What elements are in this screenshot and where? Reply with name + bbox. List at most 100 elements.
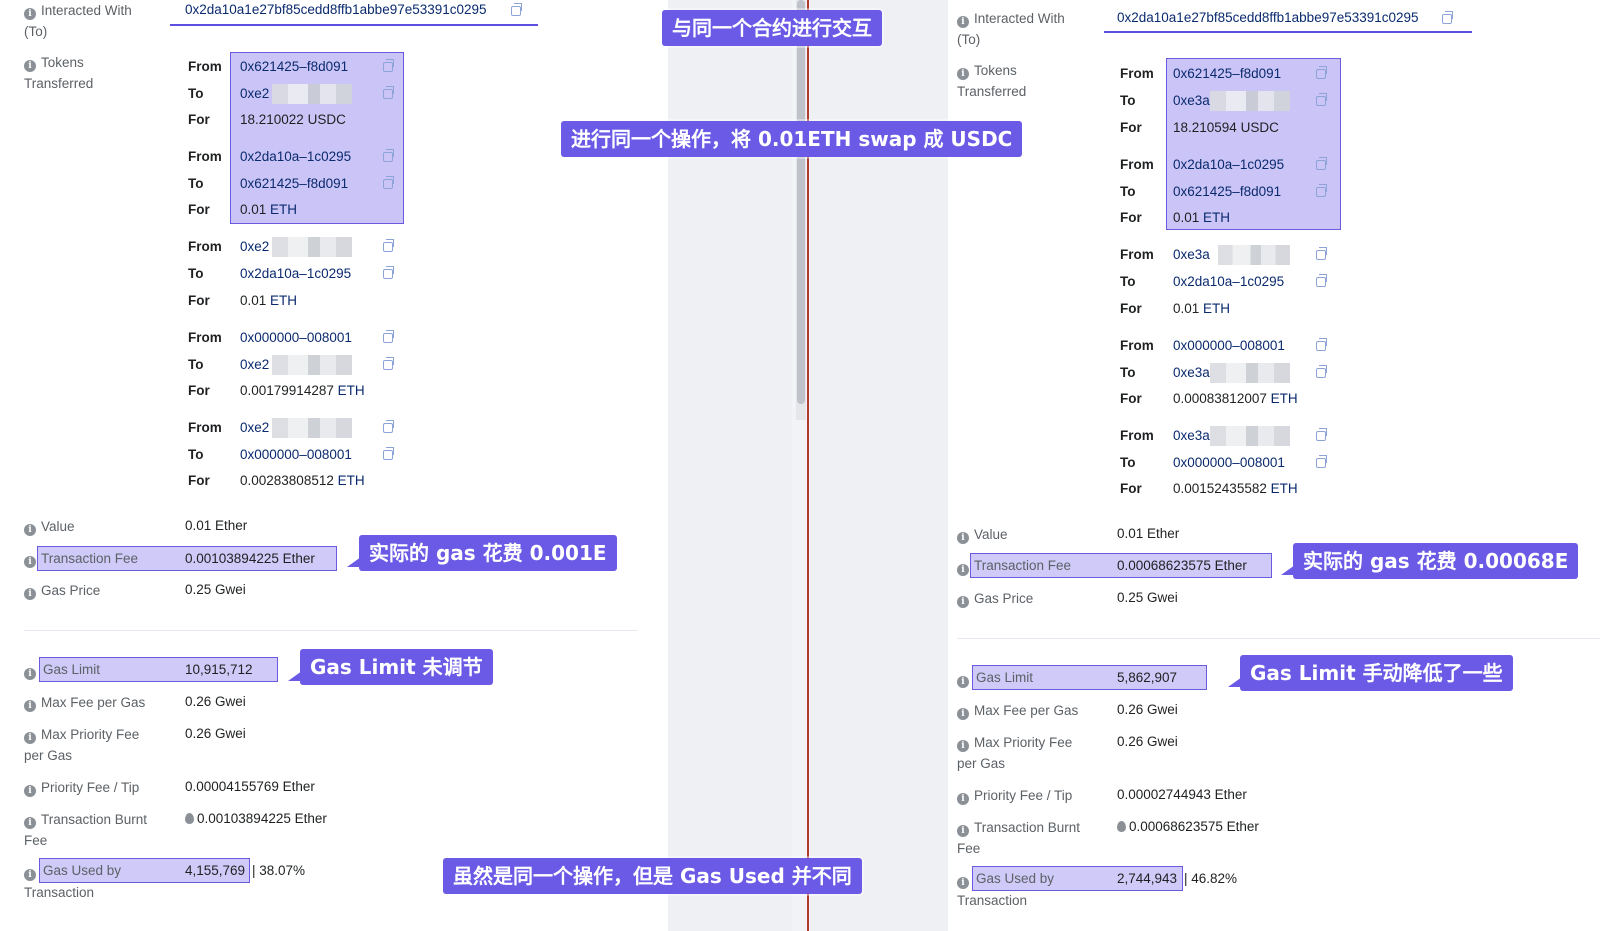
- info-icon: i: [24, 60, 36, 72]
- label-transaction-fee: Transaction Fee: [41, 551, 139, 566]
- label-max-fee: i Max Fee per Gas: [24, 692, 145, 713]
- copy-icon[interactable]: [1316, 66, 1327, 79]
- section-divider: [957, 638, 1600, 639]
- transfer-from-address[interactable]: 0xe2: [240, 418, 269, 438]
- to-label: To: [188, 176, 204, 191]
- to-label: To: [1120, 184, 1136, 199]
- info-icon: i: [24, 588, 36, 600]
- copy-icon[interactable]: [1316, 247, 1327, 260]
- label-gas-used-line2: Transaction: [24, 885, 95, 900]
- copy-icon[interactable]: [511, 3, 522, 16]
- gas-limit-amount: 5,862,907: [1117, 670, 1178, 685]
- pixelated-redaction: [272, 84, 352, 104]
- transfer-from-address[interactable]: 0x2da10a–1c0295: [1173, 155, 1284, 175]
- to-label: To: [188, 86, 204, 101]
- info-icon: i: [957, 877, 969, 889]
- transfer-to-address[interactable]: 0xe3a: [1173, 91, 1210, 111]
- label-gas-used-line2: Transaction: [957, 893, 1028, 908]
- transfer-from-address[interactable]: 0x2da10a–1c0295: [240, 147, 351, 167]
- pixelated-redaction: [272, 237, 352, 257]
- transfer-to-address[interactable]: 0xe3a: [1173, 363, 1210, 383]
- scrollbar-thumb[interactable]: [797, 0, 805, 404]
- copy-icon[interactable]: [383, 176, 394, 189]
- transfer-amount: 0.00179914287 ETH: [240, 383, 365, 398]
- info-icon: i: [957, 740, 969, 752]
- pixelated-redaction: [272, 418, 352, 438]
- flame-icon: [185, 813, 194, 824]
- copy-icon[interactable]: [1316, 428, 1327, 441]
- label-value: i Value: [24, 516, 75, 537]
- copy-icon[interactable]: [383, 330, 394, 343]
- copy-icon[interactable]: [1316, 338, 1327, 351]
- contract-address-link[interactable]: 0x2da10a1e27bf85cedd8ffb1abbe97e53391c02…: [1117, 8, 1419, 28]
- label-burnt-fee: i Transaction Burnt Fee: [957, 820, 1081, 856]
- for-label: For: [1120, 391, 1142, 406]
- transfer-to-address[interactable]: 0x000000–008001: [1173, 453, 1285, 473]
- pixelated-redaction: [1210, 426, 1290, 446]
- copy-icon[interactable]: [383, 86, 394, 99]
- transfer-to-address[interactable]: 0x621425–f8d091: [1173, 182, 1281, 202]
- right-transaction-panel: i Interacted With (To) 0x2da10a1e27bf85ced…: [948, 0, 1600, 931]
- callout-limit-right: Gas Limit 手动降低了一些: [1228, 655, 1513, 691]
- transfer-amount: 18.210594 USDC: [1173, 120, 1279, 135]
- to-label: To: [188, 357, 204, 372]
- info-icon: i: [24, 732, 36, 744]
- copy-icon[interactable]: [1316, 365, 1327, 378]
- transfer-from-address[interactable]: 0xe3a: [1173, 245, 1210, 265]
- transfer-to-address[interactable]: 0xe2: [240, 84, 269, 104]
- info-icon: i: [957, 564, 969, 576]
- to-label: To: [1120, 93, 1136, 108]
- contract-underline-highlight: [170, 24, 538, 26]
- from-label: From: [188, 149, 222, 164]
- transfer-from-address[interactable]: 0xe2: [240, 237, 269, 257]
- copy-icon[interactable]: [1316, 93, 1327, 106]
- transfer-to-address[interactable]: 0x2da10a–1c0295: [240, 264, 351, 284]
- transfer-to-address[interactable]: 0x2da10a–1c0295: [1173, 272, 1284, 292]
- burnt-fee-amount: 0.00068623575 Ether: [1117, 817, 1259, 837]
- from-label: From: [188, 420, 222, 435]
- copy-icon[interactable]: [383, 420, 394, 433]
- callout-gas-used-diff: 虽然是同一个操作，但是 Gas Used 并不同: [443, 858, 862, 894]
- info-icon: i: [957, 532, 969, 544]
- info-icon: i: [24, 869, 36, 881]
- gas-price-amount: 0.25 Gwei: [185, 582, 246, 597]
- from-label: From: [1120, 428, 1154, 443]
- transfer-from-address[interactable]: 0x000000–008001: [1173, 336, 1285, 356]
- transfer-from-address[interactable]: 0x621425–f8d091: [240, 57, 348, 77]
- info-icon: i: [24, 668, 36, 680]
- transfer-to-address[interactable]: 0x000000–008001: [240, 445, 352, 465]
- copy-icon[interactable]: [1316, 184, 1327, 197]
- contract-address-link[interactable]: 0x2da10a1e27bf85cedd8ffb1abbe97e53391c02…: [185, 0, 487, 20]
- copy-icon[interactable]: [1316, 455, 1327, 468]
- from-label: From: [188, 239, 222, 254]
- label-gas-price: i Gas Price: [957, 588, 1033, 609]
- transfer-from-address[interactable]: 0x621425–f8d091: [1173, 64, 1281, 84]
- copy-icon[interactable]: [383, 59, 394, 72]
- for-label: For: [1120, 210, 1142, 225]
- transfer-amount: 18.210022 USDC: [240, 112, 346, 127]
- info-icon: i: [957, 68, 969, 80]
- transaction-fee-amount: 0.00068623575 Ether: [1117, 558, 1247, 573]
- for-label: For: [1120, 120, 1142, 135]
- max-priority-fee-amount: 0.26 Gwei: [185, 726, 246, 741]
- transfer-to-address[interactable]: 0x621425–f8d091: [240, 174, 348, 194]
- burnt-fee-amount: 0.00103894225 Ether: [185, 809, 327, 829]
- from-label: From: [1120, 66, 1154, 81]
- copy-icon[interactable]: [1316, 274, 1327, 287]
- copy-icon[interactable]: [383, 447, 394, 460]
- info-icon: i: [24, 785, 36, 797]
- transfer-amount: 0.01 ETH: [240, 202, 298, 217]
- info-icon: i: [24, 556, 36, 568]
- copy-icon[interactable]: [1316, 157, 1327, 170]
- transfer-to-address[interactable]: 0xe2: [240, 355, 269, 375]
- info-icon: i: [957, 708, 969, 720]
- copy-icon[interactable]: [383, 149, 394, 162]
- copy-icon[interactable]: [383, 357, 394, 370]
- copy-icon[interactable]: [383, 239, 394, 252]
- callout-limit-left: Gas Limit 未调节: [288, 649, 493, 685]
- copy-icon[interactable]: [1442, 11, 1453, 24]
- transfer-from-address[interactable]: 0x000000–008001: [240, 328, 352, 348]
- copy-icon[interactable]: [383, 266, 394, 279]
- gas-used-percent: | 38.07%: [252, 863, 306, 878]
- transfer-from-address[interactable]: 0xe3a: [1173, 426, 1210, 446]
